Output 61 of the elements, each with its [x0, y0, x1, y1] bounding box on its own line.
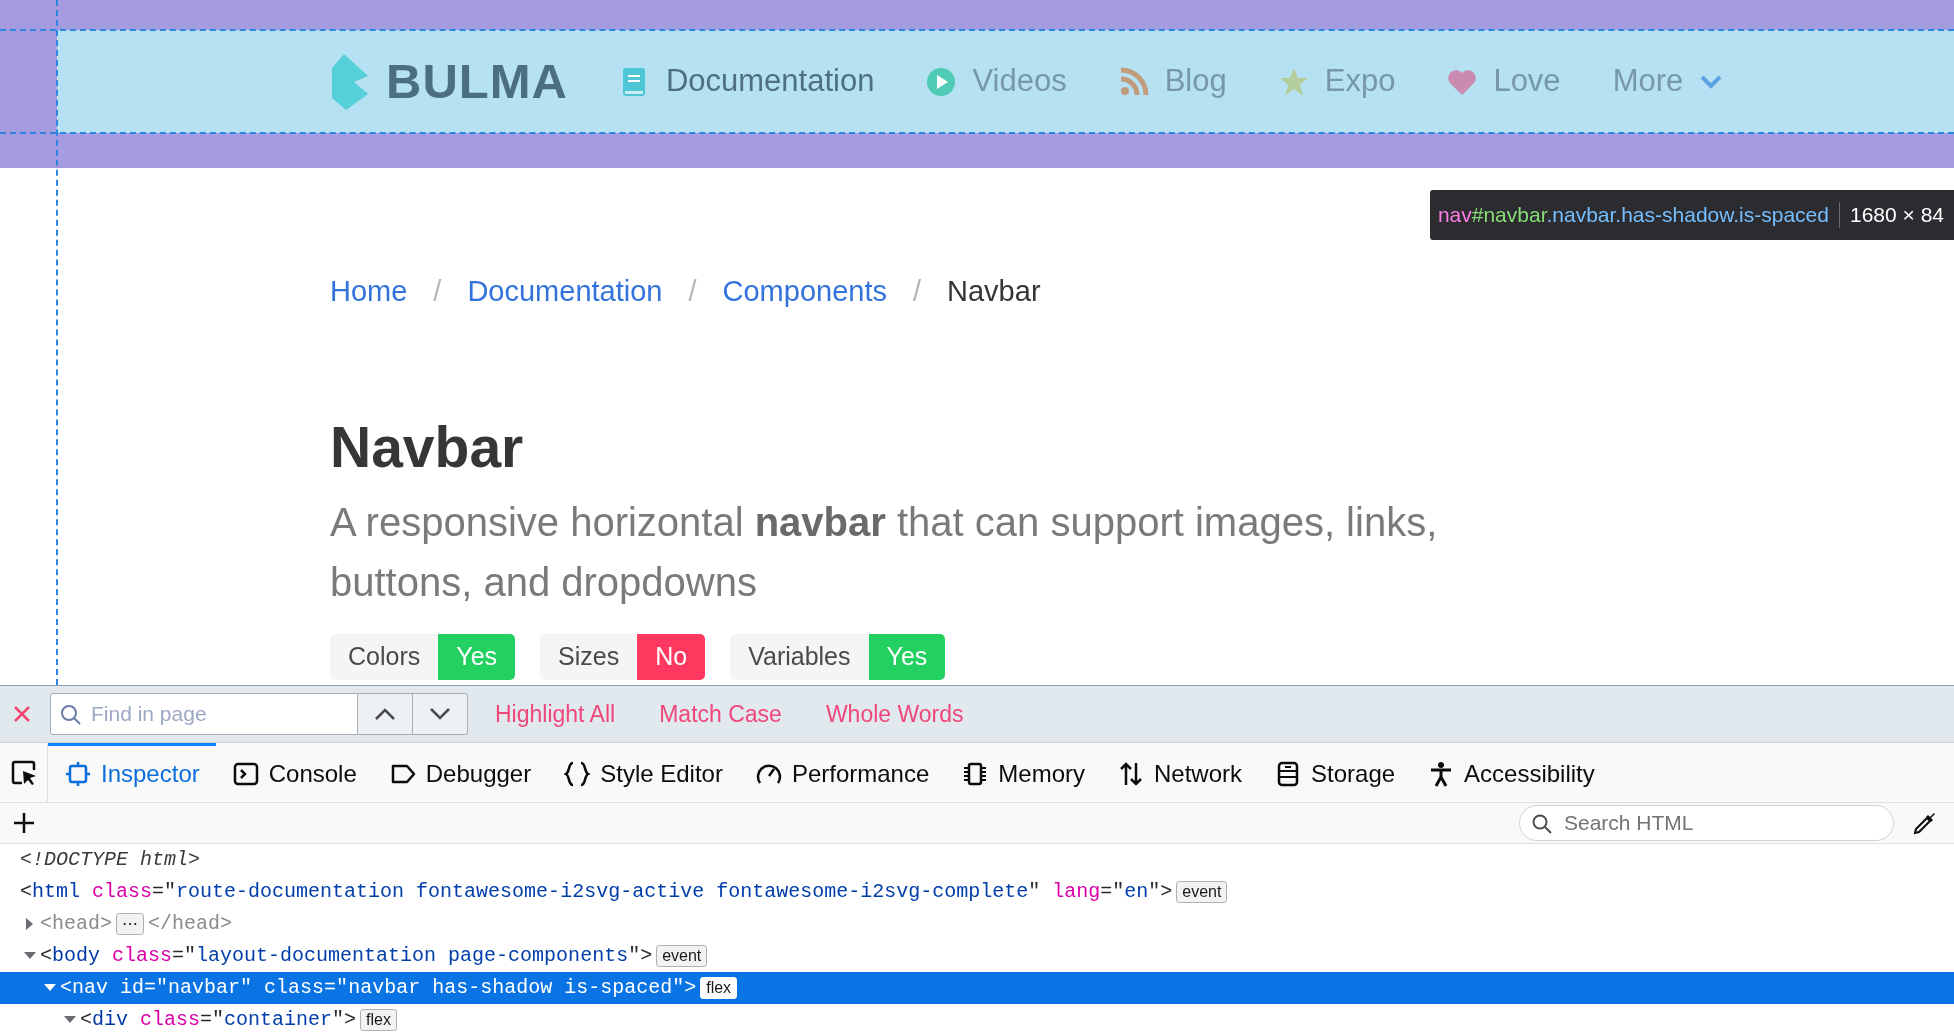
markup-row[interactable]: <head> ⋯ </head>: [0, 908, 1954, 940]
search-html-field[interactable]: Search HTML: [1519, 805, 1894, 842]
tag-value: Yes: [438, 634, 516, 681]
markup-badge[interactable]: flex: [360, 1009, 397, 1031]
breadcrumb-link[interactable]: Components: [722, 270, 887, 314]
previous-button[interactable]: [358, 693, 413, 736]
markup-text: <!DOCTYPE html>: [20, 847, 201, 873]
tag-value: Yes: [868, 634, 946, 681]
markup-text: <head>: [40, 911, 112, 937]
markup-badge[interactable]: ⋯: [116, 913, 144, 935]
element-size: 1680 × 84: [1850, 202, 1944, 228]
markup-badge[interactable]: event: [1176, 881, 1228, 903]
element-selector: nav#navbar.navbar.has-shadow.is-spaced: [1437, 202, 1829, 228]
tag-label: Variables: [730, 634, 869, 681]
markup-row[interactable]: <!DOCTYPE html>: [0, 844, 1954, 876]
page-subtitle: A responsive horizontal navbar that can support images, links, buttons, and dropdowns: [330, 499, 1439, 607]
next-button[interactable]: [413, 693, 468, 736]
storage-icon: [1275, 761, 1301, 788]
markup-text: <nav id="navbar" class="navbar has-shadow is-spaced">: [60, 975, 697, 1001]
markup-row[interactable]: <div class="container"> flex: [0, 1004, 1954, 1036]
breadcrumb-separator: /: [433, 274, 442, 309]
brand-name[interactable]: BULMA: [386, 44, 568, 119]
devtools-tab[interactable]: Network: [1101, 742, 1258, 803]
markup-badge[interactable]: flex: [700, 977, 738, 999]
devtools-tab[interactable]: Memory: [945, 742, 1101, 803]
search-icon: [1532, 814, 1552, 835]
find-field[interactable]: Find in page: [50, 693, 358, 736]
tag-value: No: [637, 634, 706, 681]
eyedropper-icon[interactable]: [1912, 810, 1938, 837]
devtools-tab[interactable]: Style Editor: [547, 742, 739, 803]
chevron-down-icon: [429, 707, 451, 722]
nav-link[interactable]: Documentation: [665, 58, 875, 105]
markup-text: <div class="container">: [80, 1007, 357, 1033]
markup-row[interactable]: <html class="route-documentation fontawesome-i2svg-active fontawesome-i2svg-complete" lang="en"> event: [0, 876, 1954, 908]
devtools-tab[interactable]: Debugger: [372, 742, 548, 803]
braces-icon: [564, 761, 591, 788]
breadcrumb-separator: /: [913, 274, 922, 309]
breadcrumb-link[interactable]: Documentation: [467, 270, 663, 314]
search-icon: [60, 704, 82, 727]
page-title: Navbar: [330, 415, 525, 479]
inspector-icon: [65, 761, 91, 788]
devtools-tab[interactable]: Console: [215, 742, 373, 803]
markup-text: <html class="route-documentation fontawesome-i2svg-active fontawesome-i2svg-complete" lang="en">: [20, 879, 1173, 905]
markup-row[interactable]: <body class="layout-documentation page-components"> event: [0, 940, 1954, 972]
chip-icon: [962, 761, 989, 788]
chevron-up-icon: [374, 707, 396, 722]
up-down-arrows-icon: [1118, 761, 1144, 788]
tag-label: Colors: [330, 634, 439, 681]
element-picker-icon[interactable]: [9, 758, 38, 787]
devtools-tab[interactable]: Accessibility: [1411, 742, 1611, 803]
markup-row[interactable]: <nav id="navbar" class="navbar has-shadow is-spaced"> flex: [0, 972, 1954, 1004]
breadcrumb-link[interactable]: Home: [330, 270, 408, 314]
tag-label: Sizes: [540, 634, 638, 681]
add-icon[interactable]: [12, 811, 36, 836]
devtools-tab[interactable]: Storage: [1258, 742, 1412, 803]
devtools-tab[interactable]: Performance: [738, 742, 946, 803]
markup-text: <body class="layout-documentation page-components">: [40, 943, 653, 969]
breadcrumb-separator: /: [688, 274, 697, 309]
console-icon: [232, 761, 259, 788]
markup-badge[interactable]: event: [656, 945, 708, 967]
markup-text: </head>: [148, 911, 233, 937]
